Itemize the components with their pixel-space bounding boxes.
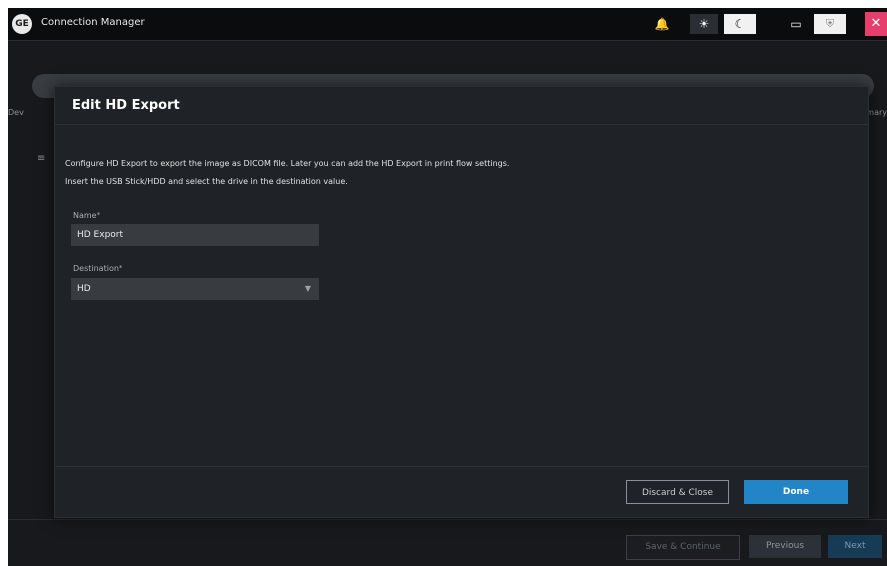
- ge-logo: GE: [12, 14, 32, 34]
- required-marker: *: [118, 264, 123, 272]
- destination-label-text: Destination: [73, 264, 119, 273]
- footer-divider: [8, 519, 887, 520]
- destination-label: Destination*: [73, 264, 122, 273]
- monitor-icon[interactable]: ▭: [784, 14, 808, 34]
- discard-close-button[interactable]: Discard & Close: [626, 480, 729, 504]
- dialog-title: Edit HD Export: [72, 98, 180, 113]
- shield-icon[interactable]: ⛨: [814, 14, 846, 34]
- save-continue-button[interactable]: Save & Continue: [626, 535, 740, 560]
- dialog-footer-divider: [55, 466, 868, 467]
- connection-manager-window: GE Connection Manager 🔔 ☀ ☾ ▭ ⛨ ✕ Dev ma…: [8, 8, 887, 566]
- wizard-step-label: Dev: [8, 108, 24, 117]
- next-button[interactable]: Next: [828, 535, 882, 558]
- destination-value: HD: [77, 284, 91, 294]
- name-label-text: Name: [73, 211, 97, 220]
- previous-button[interactable]: Previous: [749, 535, 821, 558]
- close-icon[interactable]: ✕: [865, 12, 887, 36]
- name-input[interactable]: [71, 224, 319, 246]
- wizard-step-label: mary: [866, 108, 887, 117]
- edit-hd-export-dialog: Edit HD Export Configure HD Export to ex…: [54, 86, 869, 518]
- dialog-header-divider: [55, 124, 868, 125]
- dialog-description: Configure HD Export to export the image …: [65, 159, 510, 168]
- list-icon: ≡: [37, 153, 46, 164]
- done-button[interactable]: Done: [744, 480, 848, 504]
- name-label: Name*: [73, 211, 100, 220]
- dialog-instruction: Insert the USB Stick/HDD and select the …: [65, 177, 348, 186]
- destination-select[interactable]: HD ▼: [71, 278, 319, 300]
- chevron-down-icon: ▼: [304, 284, 311, 293]
- required-marker: *: [96, 211, 101, 219]
- sun-icon[interactable]: ☀: [690, 14, 718, 34]
- app-title: Connection Manager: [41, 17, 145, 28]
- title-bar: GE Connection Manager 🔔 ☀ ☾ ▭ ⛨ ✕: [8, 8, 887, 41]
- moon-icon[interactable]: ☾: [724, 14, 756, 34]
- bell-icon[interactable]: 🔔: [654, 14, 670, 34]
